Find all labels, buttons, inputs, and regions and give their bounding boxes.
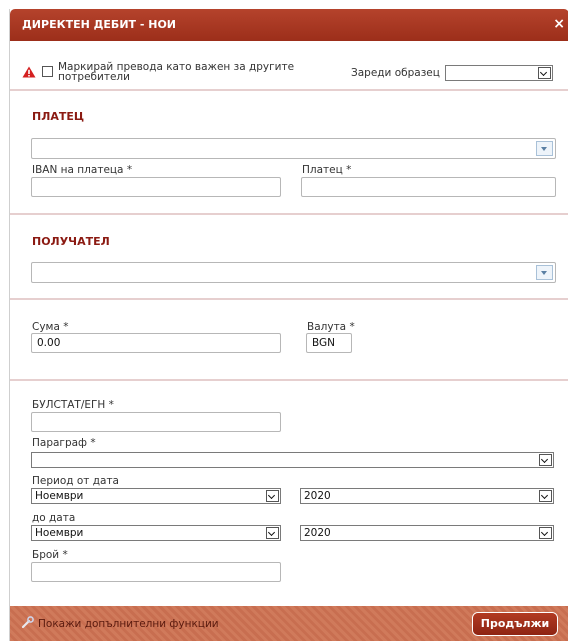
show-more-functions-link[interactable]: Покажи допълнителни функции [38, 618, 219, 630]
chevron-down-icon [539, 527, 552, 539]
load-template-select[interactable] [445, 65, 553, 81]
count-label: Брой * [32, 549, 68, 561]
chevron-down-icon[interactable] [536, 265, 553, 280]
currency-label: Валута * [307, 321, 355, 333]
wrench-icon [22, 616, 34, 628]
payer-iban-input[interactable] [31, 177, 281, 197]
to-month-select[interactable]: Ноември [31, 525, 281, 541]
chevron-down-icon[interactable] [536, 141, 553, 156]
payer-name-input[interactable] [301, 177, 556, 197]
payer-iban-label: IBAN на платеца * [32, 164, 133, 176]
direct-debit-dialog: ДИРЕКТЕН ДЕБИТ - НОИ × Маркирай превода … [9, 9, 568, 641]
to-year-select[interactable]: 2020 [300, 525, 554, 541]
divider [10, 298, 568, 300]
amount-input[interactable] [31, 333, 281, 353]
from-year-value: 2020 [304, 490, 331, 502]
from-month-select[interactable]: Ноември [31, 488, 281, 504]
to-date-label: до дата [32, 512, 76, 524]
mark-important-checkbox[interactable] [42, 66, 53, 77]
dialog-footer: Покажи допълнителни функции Продължи [10, 606, 568, 641]
payer-section-title: ПЛАТЕЦ [32, 110, 85, 123]
to-month-value: Ноември [35, 527, 84, 539]
divider [10, 379, 568, 381]
recipient-selector[interactable] [31, 262, 556, 283]
warning-icon [22, 66, 36, 78]
chevron-down-icon [538, 67, 551, 79]
count-input[interactable] [31, 562, 281, 582]
dialog-title: ДИРЕКТЕН ДЕБИТ - НОИ [22, 18, 177, 31]
bulstat-input[interactable] [31, 412, 281, 432]
bulstat-label: БУЛСТАТ/ЕГН * [32, 399, 114, 411]
payer-name-label: Платец * [302, 164, 352, 176]
continue-button[interactable]: Продължи [473, 613, 557, 635]
payer-selector[interactable] [31, 138, 556, 159]
chevron-down-icon [539, 454, 552, 466]
amount-label: Сума * [32, 321, 69, 333]
close-icon[interactable]: × [553, 16, 565, 32]
chevron-down-icon [539, 490, 552, 502]
paragraph-select[interactable] [31, 452, 554, 468]
divider [10, 213, 568, 215]
chevron-down-icon [266, 527, 279, 539]
from-year-select[interactable]: 2020 [300, 488, 554, 504]
period-from-label: Период от дата [32, 475, 119, 487]
dialog-titlebar: ДИРЕКТЕН ДЕБИТ - НОИ × [10, 9, 568, 41]
load-template-label: Зареди образец [351, 67, 440, 79]
divider [10, 89, 568, 91]
mark-important-label: Маркирай превода като важен за другите п… [58, 62, 294, 83]
mark-important-label-line2: потребители [58, 71, 130, 83]
to-year-value: 2020 [304, 527, 331, 539]
recipient-section-title: ПОЛУЧАТЕЛ [32, 235, 110, 248]
from-month-value: Ноември [35, 490, 84, 502]
paragraph-label: Параграф * [32, 437, 96, 449]
chevron-down-icon [266, 490, 279, 502]
currency-input[interactable] [306, 333, 352, 353]
